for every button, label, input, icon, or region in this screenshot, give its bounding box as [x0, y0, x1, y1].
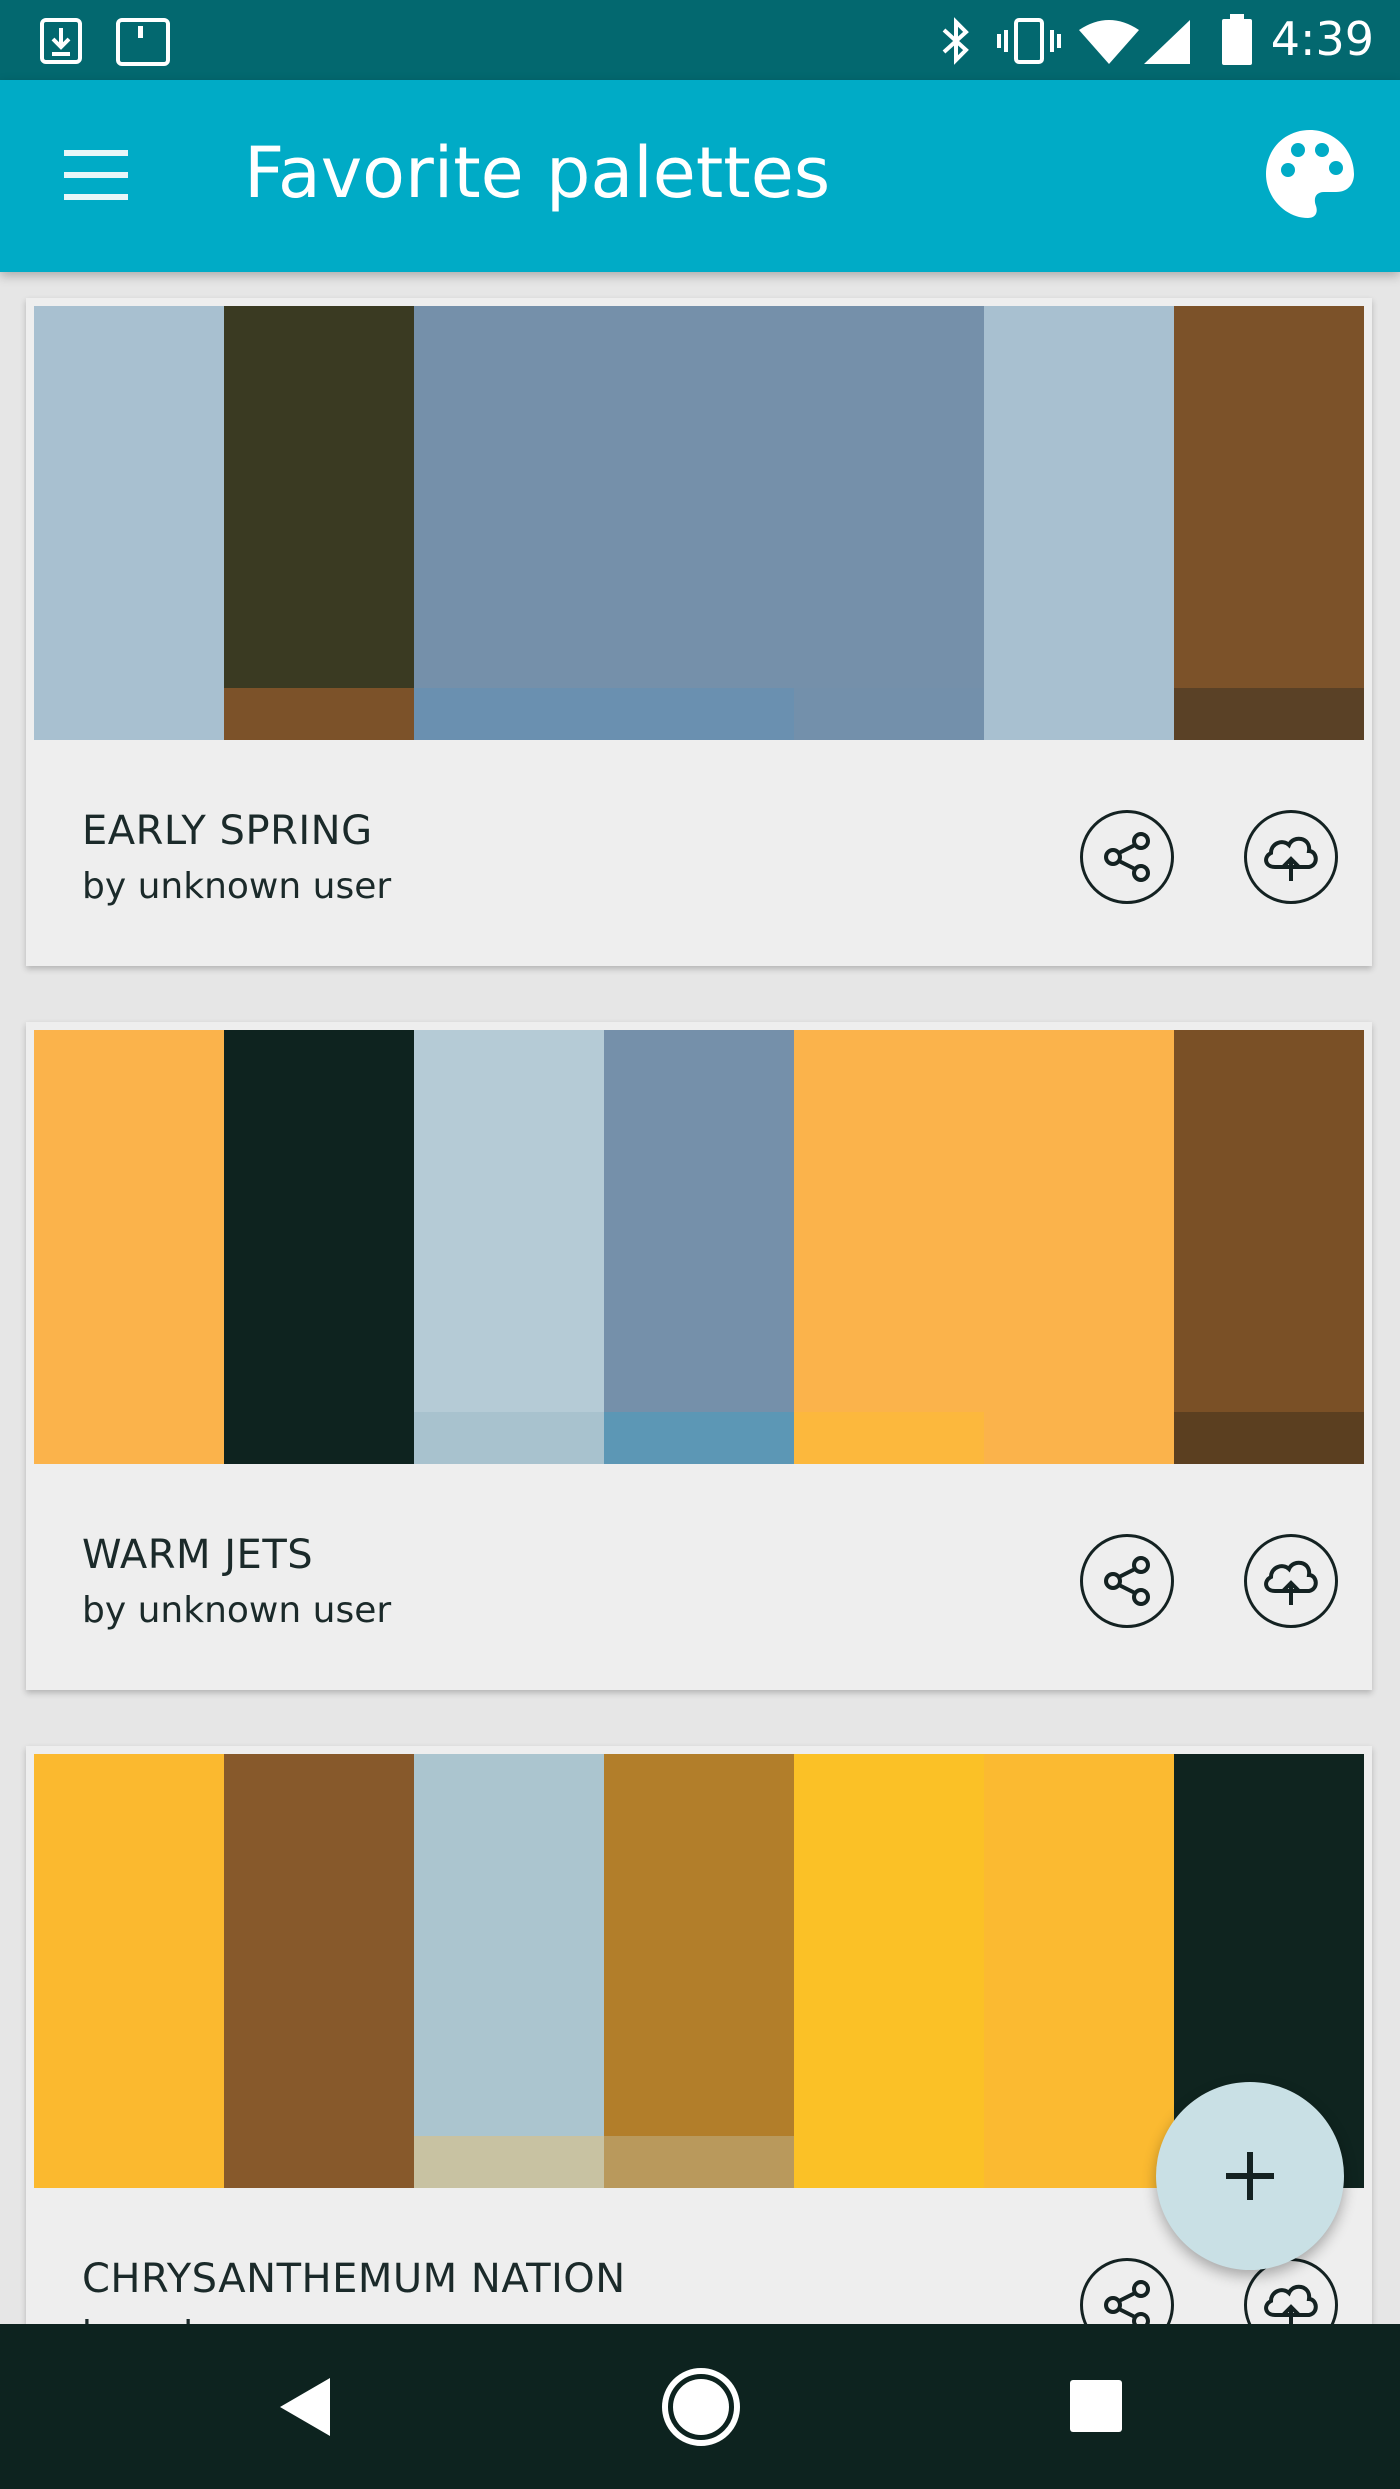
navigation-bar — [0, 2324, 1400, 2489]
menu-button[interactable] — [38, 136, 154, 216]
bluetooth-icon — [936, 16, 976, 70]
share-button[interactable] — [1080, 810, 1174, 904]
home-button[interactable] — [658, 2364, 744, 2454]
back-icon — [280, 2378, 330, 2436]
color-swatch — [1174, 1030, 1364, 1464]
swatch-band — [604, 1412, 794, 1464]
home-icon — [662, 2368, 740, 2446]
back-button[interactable] — [268, 2370, 342, 2448]
share-icon — [1104, 832, 1150, 882]
swatch-band — [414, 1412, 604, 1464]
swatch-band — [34, 2136, 224, 2188]
palette-author: by unknown user — [82, 866, 392, 907]
swatch-band — [1174, 688, 1364, 740]
palette-card[interactable]: EARLY SPRING by unknown user — [26, 298, 1372, 966]
color-swatch — [794, 1754, 984, 2188]
color-swatch — [224, 306, 414, 740]
vibrate-icon — [996, 16, 1062, 70]
swatch-band — [34, 688, 224, 740]
color-swatch — [414, 306, 794, 740]
palette-name: CHRYSANTHEMUM NATION — [82, 2256, 626, 2302]
color-swatch — [34, 306, 224, 740]
download-icon — [40, 18, 84, 70]
color-swatch — [984, 1030, 1174, 1464]
palette-button[interactable] — [1260, 124, 1360, 224]
color-swatch — [34, 1754, 224, 2188]
share-icon — [1104, 1556, 1150, 1606]
wifi-icon — [1078, 18, 1140, 68]
swatch-band — [34, 1412, 224, 1464]
recents-icon — [1070, 2380, 1122, 2432]
swatch-band — [224, 1412, 414, 1464]
status-time: 4:39 — [1270, 12, 1374, 66]
swatch-band — [604, 2136, 794, 2188]
signal-icon — [1142, 18, 1192, 68]
color-swatch — [1174, 306, 1364, 740]
cloud-upload-icon — [1264, 836, 1318, 881]
palette-author: by unknown user — [82, 1590, 392, 1631]
palette-name: WARM JETS — [82, 1532, 314, 1578]
swatch-band — [794, 2136, 984, 2188]
color-swatch — [34, 1030, 224, 1464]
menu-icon-line — [64, 172, 128, 178]
swatch-band — [414, 688, 794, 740]
add-icon — [1226, 2152, 1274, 2200]
recents-button[interactable] — [1068, 2378, 1124, 2438]
color-swatch — [984, 1754, 1174, 2188]
color-swatch — [794, 1030, 984, 1464]
palette-icon — [1266, 130, 1354, 218]
color-swatch — [224, 1030, 414, 1464]
swatch-band — [224, 2136, 414, 2188]
page-title: Favorite palettes — [244, 132, 831, 214]
palette-swatches — [34, 306, 1364, 740]
menu-icon-line — [64, 194, 128, 200]
swatch-band — [794, 1412, 984, 1464]
swatch-band — [984, 2136, 1174, 2188]
palette-author: by unknown user — [82, 2314, 391, 2324]
share-button[interactable] — [1080, 1534, 1174, 1628]
color-swatch — [604, 1030, 794, 1464]
color-swatch — [414, 1030, 604, 1464]
color-swatch — [794, 306, 984, 740]
color-swatch — [224, 1754, 414, 2188]
swatch-band — [224, 688, 414, 740]
swatch-band — [794, 688, 984, 740]
swatch-band — [1174, 1412, 1364, 1464]
cloud-upload-icon — [1264, 2284, 1318, 2324]
add-palette-fab[interactable] — [1156, 2082, 1344, 2270]
color-swatch — [604, 1754, 794, 2188]
color-swatch — [414, 1754, 604, 2188]
swatch-band — [984, 1412, 1174, 1464]
upload-button[interactable] — [1244, 810, 1338, 904]
palette-swatches — [34, 1030, 1364, 1464]
notification-icon — [116, 18, 170, 70]
color-swatch — [984, 306, 1174, 740]
app-bar: Favorite palettes — [0, 80, 1400, 272]
upload-button[interactable] — [1244, 1534, 1338, 1628]
palette-name: EARLY SPRING — [82, 808, 373, 854]
cloud-upload-icon — [1264, 1560, 1318, 1605]
battery-icon — [1220, 14, 1254, 70]
swatch-band — [414, 2136, 604, 2188]
swatch-band — [984, 688, 1174, 740]
status-bar: 4:39 — [0, 0, 1400, 80]
share-icon — [1104, 2280, 1150, 2324]
palette-card[interactable]: WARM JETS by unknown user — [26, 1022, 1372, 1690]
menu-icon-line — [64, 150, 128, 156]
palette-list: EARLY SPRING by unknown user WARM JETS b… — [0, 272, 1400, 2324]
